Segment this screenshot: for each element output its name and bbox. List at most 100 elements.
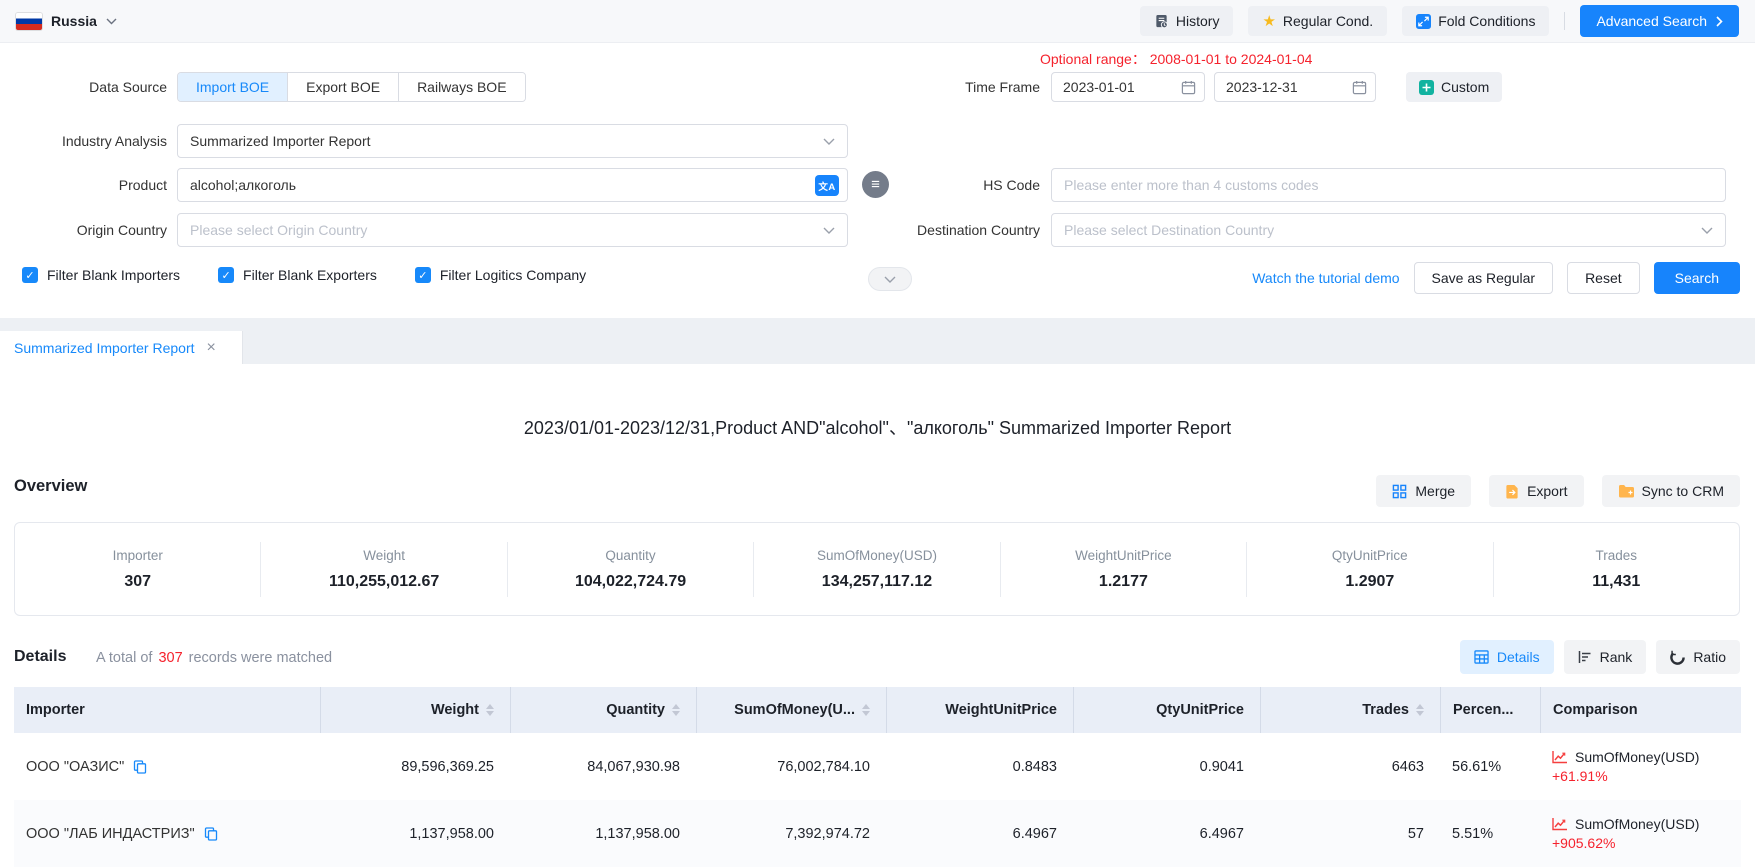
overview-actions: Merge Export Sync to CRM — [1376, 475, 1740, 507]
overview-heading: Overview — [14, 477, 87, 496]
sum-of-money-cell: 76,002,784.10 — [696, 759, 886, 775]
stat-label: Trades — [1494, 548, 1739, 563]
regular-cond-button[interactable]: ★ Regular Cond. — [1248, 6, 1387, 36]
fold-conditions-button[interactable]: Fold Conditions — [1402, 6, 1549, 36]
advanced-search-label: Advanced Search — [1596, 13, 1707, 29]
stat-value: 307 — [15, 573, 260, 591]
view-ratio-button[interactable]: Ratio — [1656, 640, 1740, 674]
qty-unit-price-cell: 6.4967 — [1073, 826, 1260, 842]
copy-icon[interactable] — [133, 760, 147, 774]
chevron-down-icon — [884, 276, 896, 283]
chevron-down-icon — [823, 138, 835, 145]
tab-railways-boe[interactable]: Railways BOE — [398, 73, 524, 101]
col-trades[interactable]: Trades — [1260, 687, 1440, 733]
collapse-form-button[interactable] — [868, 267, 912, 291]
filter-blank-exporters-checkbox[interactable]: ✓ Filter Blank Exporters — [218, 267, 377, 283]
trend-chart-icon — [1552, 817, 1568, 831]
col-importer: Importer — [14, 687, 320, 733]
col-weight[interactable]: Weight — [320, 687, 510, 733]
weight-cell: 1,137,958.00 — [320, 826, 510, 842]
sort-icon[interactable] — [486, 704, 494, 716]
percent-cell: 56.61% — [1440, 759, 1540, 775]
hs-code-input[interactable] — [1052, 169, 1725, 201]
destination-country-select[interactable]: Please select Destination Country — [1051, 213, 1726, 247]
advanced-search-button[interactable]: Advanced Search — [1580, 5, 1739, 37]
view-rank-button[interactable]: Rank — [1564, 640, 1647, 674]
product-field[interactable]: 文A — [177, 168, 848, 202]
chevron-down-icon — [106, 18, 117, 25]
sort-icon[interactable] — [1416, 704, 1424, 716]
record-count: 307 — [158, 650, 182, 666]
save-as-regular-button[interactable]: Save as Regular — [1414, 262, 1554, 294]
checkbox-checked-icon: ✓ — [218, 267, 234, 283]
filter-blank-importers-checkbox[interactable]: ✓ Filter Blank Importers — [22, 267, 180, 283]
chevron-right-icon — [1716, 16, 1723, 27]
checkbox-checked-icon: ✓ — [415, 267, 431, 283]
sync-to-crm-button[interactable]: Sync to CRM — [1602, 475, 1740, 507]
filter-checkboxes: ✓ Filter Blank Importers ✓ Filter Blank … — [22, 267, 586, 283]
hs-code-field[interactable] — [1051, 168, 1726, 202]
fold-conditions-label: Fold Conditions — [1438, 13, 1535, 29]
table-icon — [1474, 650, 1489, 664]
view-ratio-label: Ratio — [1693, 649, 1726, 665]
stat-label: SumOfMoney(USD) — [754, 548, 999, 563]
origin-country-placeholder: Please select Origin Country — [190, 222, 367, 238]
country-selector[interactable]: Russia — [16, 13, 117, 30]
sum-of-money-cell: 7,392,974.72 — [696, 826, 886, 842]
importer-name[interactable]: ООО "ОАЗИС" — [26, 759, 124, 775]
search-button[interactable]: Search — [1654, 262, 1740, 294]
copy-icon[interactable] — [204, 827, 218, 841]
date-to-field[interactable] — [1214, 72, 1376, 102]
origin-country-select[interactable]: Please select Origin Country — [177, 213, 848, 247]
importer-name[interactable]: ООО "ЛАБ ИНДАСТРИЗ" — [26, 826, 195, 842]
tutorial-demo-link[interactable]: Watch the tutorial demo — [1252, 270, 1399, 286]
sort-icon[interactable] — [672, 704, 680, 716]
tab-import-boe[interactable]: Import BOE — [178, 73, 287, 101]
search-form: Optional range： 2008-01-01 to 2024-01-04… — [0, 43, 1755, 318]
comparison-metric: SumOfMoney(USD) — [1575, 749, 1699, 765]
col-comparison: Comparison — [1540, 687, 1741, 733]
export-icon — [1505, 484, 1519, 499]
stat-label: QtyUnitPrice — [1247, 548, 1492, 563]
calendar-icon[interactable] — [1352, 80, 1367, 95]
date-to-input[interactable] — [1215, 73, 1375, 101]
tab-export-boe[interactable]: Export BOE — [287, 73, 398, 101]
star-icon: ★ — [1262, 14, 1275, 29]
filter-blank-exporters-label: Filter Blank Exporters — [243, 267, 377, 283]
data-source-tabs: Import BOE Export BOE Railways BOE — [177, 72, 526, 102]
filter-logitics-company-checkbox[interactable]: ✓ Filter Logitics Company — [415, 267, 586, 283]
percent-cell: 5.51% — [1440, 826, 1540, 842]
product-input[interactable] — [178, 169, 847, 201]
comparison-cell: SumOfMoney(USD) +905.62% — [1540, 816, 1741, 851]
close-icon[interactable]: × — [207, 340, 216, 356]
col-quantity[interactable]: Quantity — [510, 687, 696, 733]
tab-summarized-importer-report[interactable]: Summarized Importer Report × — [0, 331, 243, 364]
merge-button[interactable]: Merge — [1376, 475, 1471, 507]
weight-cell: 89,596,369.25 — [320, 759, 510, 775]
checkbox-checked-icon: ✓ — [22, 267, 38, 283]
view-details-button[interactable]: Details — [1460, 640, 1554, 674]
stat-value: 1.2177 — [1001, 573, 1246, 591]
col-sum-of-money[interactable]: SumOfMoney(U... — [696, 687, 886, 733]
merge-label: Merge — [1415, 483, 1455, 499]
destination-country-label: Destination Country — [840, 213, 1040, 247]
translate-icon[interactable]: 文A — [815, 175, 839, 196]
topbar: Russia History ★ Regular Cond. Fold Cond… — [0, 0, 1755, 43]
quantity-cell: 1,137,958.00 — [510, 826, 696, 842]
export-button[interactable]: Export — [1489, 475, 1583, 507]
industry-analysis-select[interactable]: Summarized Importer Report — [177, 124, 848, 158]
qty-unit-price-cell: 0.9041 — [1073, 759, 1260, 775]
export-label: Export — [1527, 483, 1567, 499]
date-from-field[interactable] — [1051, 72, 1205, 102]
time-frame-label: Time Frame — [860, 72, 1040, 102]
calendar-icon[interactable] — [1181, 80, 1196, 95]
tab-title: Summarized Importer Report — [14, 340, 195, 356]
sort-icon[interactable] — [862, 704, 870, 716]
reset-button[interactable]: Reset — [1567, 262, 1640, 294]
history-icon — [1154, 14, 1169, 29]
history-button[interactable]: History — [1140, 6, 1234, 36]
custom-range-button[interactable]: Custom — [1406, 72, 1502, 102]
stat-value: 110,255,012.67 — [261, 573, 506, 591]
stat-value: 104,022,724.79 — [508, 573, 753, 591]
data-source-label: Data Source — [0, 72, 167, 102]
